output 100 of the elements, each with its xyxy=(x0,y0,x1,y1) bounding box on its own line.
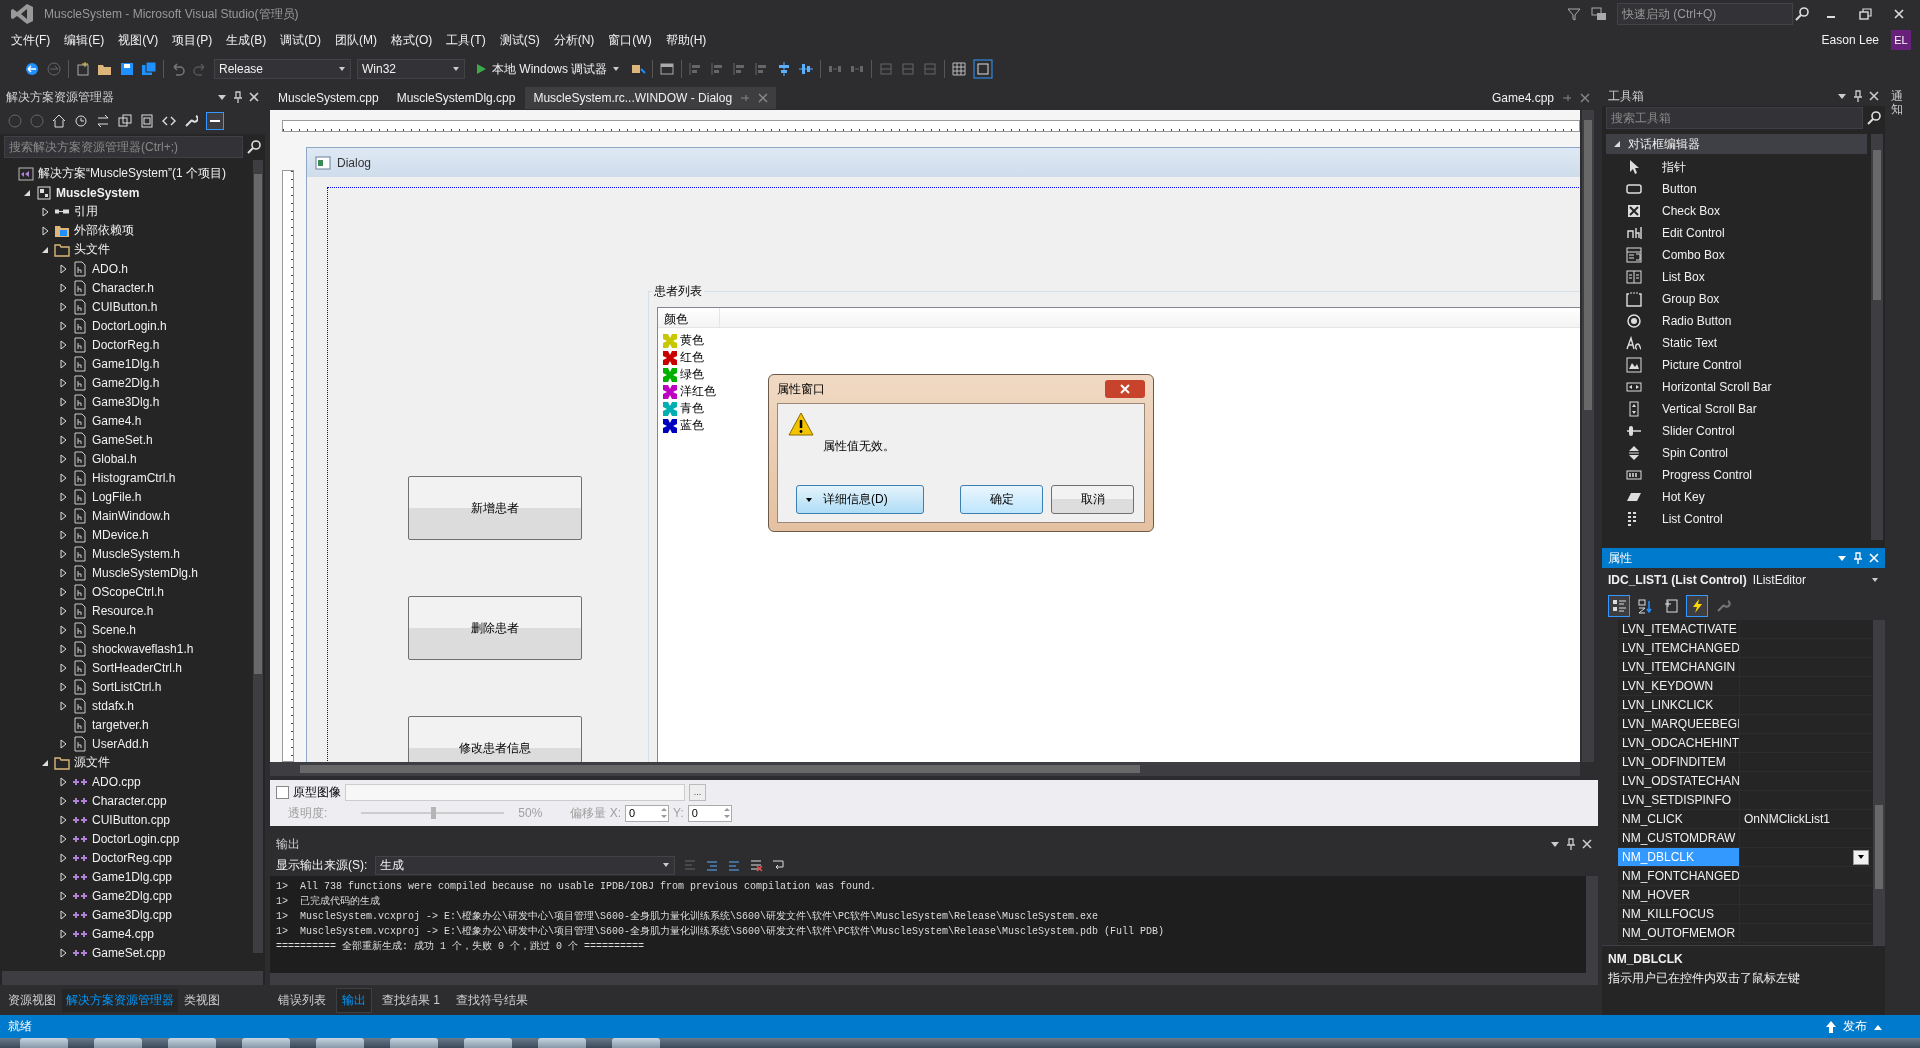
image-path-field[interactable] xyxy=(345,783,685,801)
menu-item[interactable]: 生成(B) xyxy=(219,28,274,52)
tree-item[interactable]: 外部依赖项 xyxy=(74,222,134,239)
dialog-button[interactable]: 删除患者 xyxy=(408,596,582,660)
tree-item[interactable]: HistogramCtrl.h xyxy=(92,470,176,485)
collapsed-arrow-icon[interactable] xyxy=(58,453,68,464)
toolbox-item[interactable]: Group Box xyxy=(1662,292,1720,306)
guides-icon[interactable] xyxy=(973,59,994,79)
property-name[interactable]: LVN_ITEMACTIVATE xyxy=(1618,620,1740,638)
collapsed-arrow-icon[interactable] xyxy=(58,605,68,616)
output-source-dropdown[interactable]: 生成 xyxy=(375,855,676,875)
scrollbar[interactable] xyxy=(2,971,263,985)
publish-button[interactable]: 发布 xyxy=(1843,1018,1867,1035)
collapsed-arrow-icon[interactable] xyxy=(40,225,50,236)
collapsed-arrow-icon[interactable] xyxy=(58,700,68,711)
user-avatar[interactable]: EL xyxy=(1891,30,1911,50)
list-item[interactable]: 红色 xyxy=(680,349,704,366)
pin-icon[interactable] xyxy=(233,91,243,103)
dropdown-icon[interactable] xyxy=(217,92,227,102)
lightning-button[interactable] xyxy=(1686,595,1708,617)
ok-button[interactable]: 确定 xyxy=(960,485,1043,514)
toolbox-item[interactable]: 指针 xyxy=(1662,158,1686,176)
tree-item[interactable]: MDevice.h xyxy=(92,527,149,542)
dialog-test-icon[interactable] xyxy=(659,61,676,77)
close-icon[interactable] xyxy=(249,92,259,102)
property-name[interactable]: NM_FONTCHANGED xyxy=(1618,867,1740,885)
menu-item[interactable]: 文件(F) xyxy=(4,28,58,52)
scrollbar[interactable] xyxy=(253,160,263,953)
back-icon[interactable] xyxy=(24,61,40,77)
property-name[interactable]: NM_OUTOFMEMOR xyxy=(1618,924,1740,942)
tree-item[interactable]: 解决方案“MuscleSystem”(1 个项目) xyxy=(38,165,226,182)
tree-item[interactable]: DoctorReg.cpp xyxy=(92,850,173,865)
tree-item[interactable]: DoctorLogin.cpp xyxy=(92,831,180,846)
panel-tab[interactable]: 输出 xyxy=(336,987,372,1013)
show-all-files-icon[interactable] xyxy=(140,114,154,128)
next-message-icon[interactable] xyxy=(727,858,742,872)
tree-item[interactable]: Scene.h xyxy=(92,622,137,637)
toolbox-item[interactable]: Slider Control xyxy=(1662,424,1735,438)
tree-item[interactable]: 源文件 xyxy=(74,754,110,771)
tree-item[interactable]: Global.h xyxy=(92,451,137,466)
tree-item[interactable]: CUIButton.h xyxy=(92,299,158,314)
previous-message-icon[interactable] xyxy=(705,858,720,872)
tree-item[interactable]: MuscleSystem.h xyxy=(92,546,181,561)
property-name[interactable]: LVN_ODSTATECHAN xyxy=(1618,772,1740,790)
panel-tab[interactable]: 类视图 xyxy=(180,988,224,1012)
toolbox-item[interactable]: Progress Control xyxy=(1662,468,1753,482)
toolbox-item[interactable]: Check Box xyxy=(1662,204,1721,218)
property-name[interactable]: LVN_ODCACHEHINT xyxy=(1618,734,1740,752)
notifications-tab[interactable]: 通知 xyxy=(1891,90,1903,117)
collapse-all-icon[interactable] xyxy=(118,114,132,128)
collapsed-arrow-icon[interactable] xyxy=(58,358,68,369)
tree-item[interactable]: targetver.h xyxy=(92,717,149,732)
grid-icon[interactable] xyxy=(951,61,968,77)
menu-item[interactable]: 分析(N) xyxy=(546,28,602,52)
code-icon[interactable] xyxy=(162,114,176,128)
collapsed-arrow-icon[interactable] xyxy=(58,947,68,958)
tree-item[interactable]: DoctorLogin.h xyxy=(92,318,167,333)
scrollbar[interactable] xyxy=(270,762,1580,776)
collapsed-arrow-icon[interactable] xyxy=(58,529,68,540)
tree-item[interactable]: stdafx.h xyxy=(92,698,135,713)
list-item[interactable]: 洋红色 xyxy=(680,383,716,400)
tree-item[interactable]: UserAdd.h xyxy=(92,736,149,751)
preview-toggle-icon[interactable] xyxy=(206,112,224,130)
sync-icon[interactable] xyxy=(96,114,110,128)
tree-item[interactable]: Game4.cpp xyxy=(92,926,155,941)
tree-item[interactable]: Game1Dlg.cpp xyxy=(92,869,173,884)
expanded-arrow-icon[interactable] xyxy=(1612,139,1622,149)
panel-tab[interactable]: 查找结果 1 xyxy=(376,987,446,1013)
tree-item[interactable]: CUIButton.cpp xyxy=(92,812,171,827)
pin-icon[interactable] xyxy=(1566,838,1576,850)
toolbox-item[interactable]: Picture Control xyxy=(1662,358,1742,372)
search-icon[interactable] xyxy=(1795,7,1809,21)
tree-item[interactable]: MuscleSystem xyxy=(56,185,140,200)
collapsed-arrow-icon[interactable] xyxy=(40,206,50,217)
dialog-button[interactable]: 修改患者信息 xyxy=(408,716,582,762)
dropdown-icon[interactable] xyxy=(1837,91,1847,101)
collapsed-arrow-icon[interactable] xyxy=(58,928,68,939)
editor-tab[interactable]: MuscleSystem.cpp xyxy=(270,87,387,109)
tree-item[interactable]: SortHeaderCtrl.h xyxy=(92,660,183,675)
tree-item[interactable]: GameSet.h xyxy=(92,432,153,447)
filter-icon[interactable] xyxy=(1567,7,1581,21)
tree-item[interactable]: shockwaveflash1.h xyxy=(92,641,194,656)
scrollbar[interactable] xyxy=(1873,620,1885,945)
tree-item[interactable]: MainWindow.h xyxy=(92,508,171,523)
toolbox-item[interactable]: Horizontal Scroll Bar xyxy=(1662,380,1772,394)
search-icon[interactable] xyxy=(1867,111,1881,125)
property-name[interactable]: NM_KILLFOCUS xyxy=(1618,905,1740,923)
undo-icon[interactable] xyxy=(170,61,186,77)
menu-item[interactable]: 测试(S) xyxy=(492,28,547,52)
property-name[interactable]: NM_CLICK xyxy=(1618,810,1740,828)
feedback-icon[interactable] xyxy=(1591,7,1607,21)
collapsed-arrow-icon[interactable] xyxy=(58,567,68,578)
configuration-dropdown[interactable]: Release xyxy=(214,59,351,79)
close-button[interactable] xyxy=(1105,380,1145,398)
toolbox-item[interactable]: Radio Button xyxy=(1662,314,1732,328)
collapsed-arrow-icon[interactable] xyxy=(58,339,68,350)
collapsed-arrow-icon[interactable] xyxy=(58,624,68,635)
categorized-button[interactable] xyxy=(1608,595,1630,617)
tree-item[interactable]: Character.h xyxy=(92,280,155,295)
collapsed-arrow-icon[interactable] xyxy=(58,681,68,692)
